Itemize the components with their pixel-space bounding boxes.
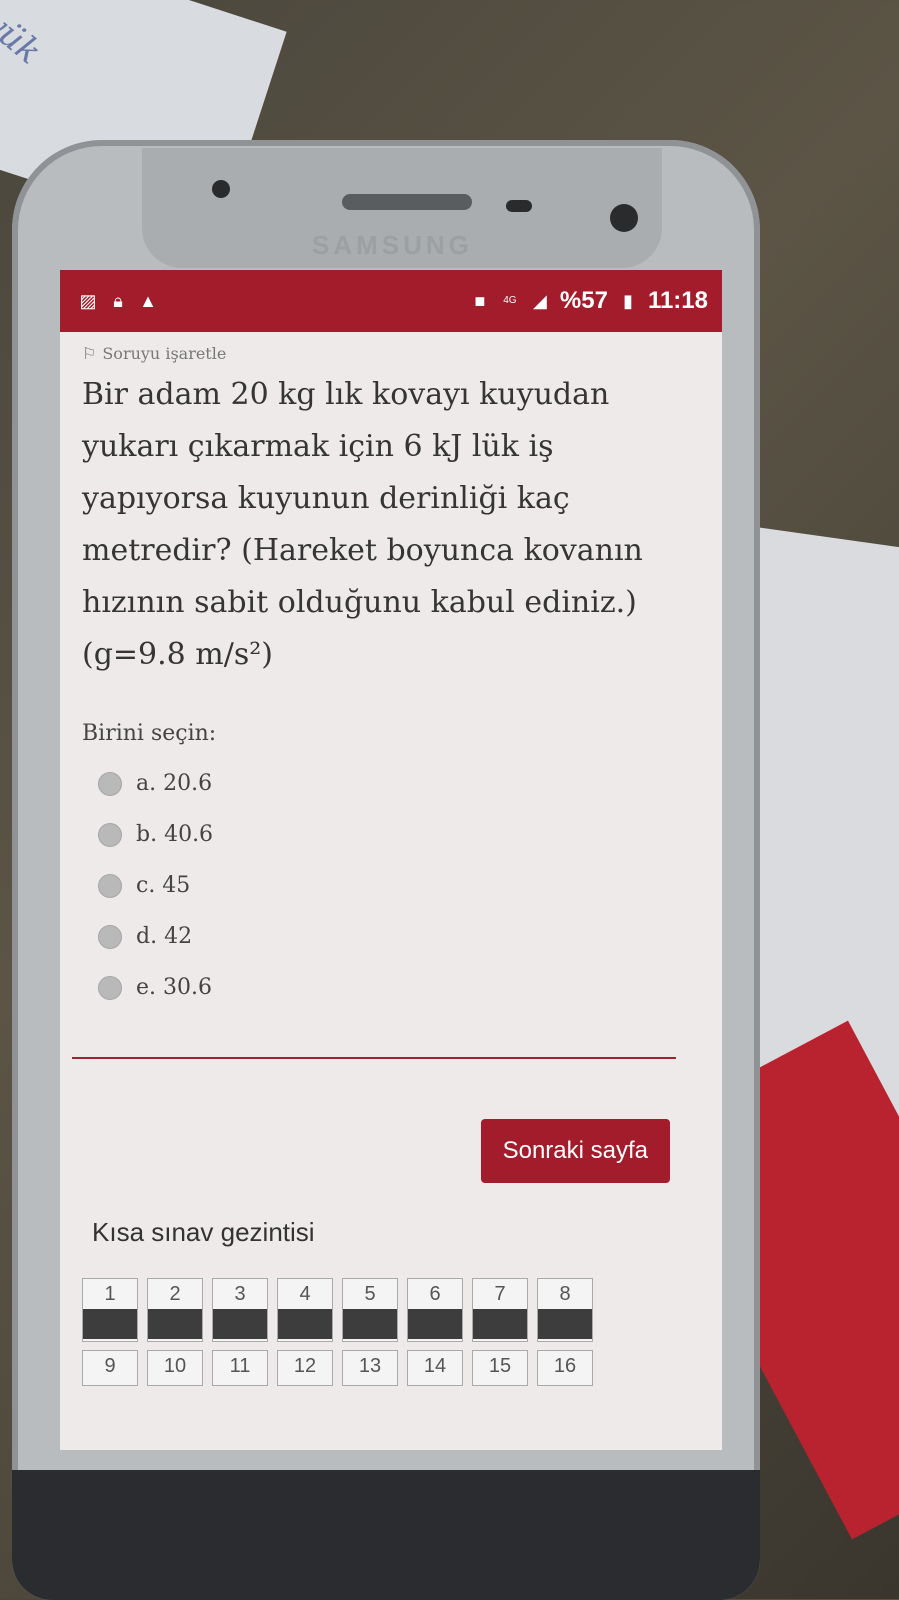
option-label: c. 45 <box>136 873 191 898</box>
battery-percent: %57 <box>559 287 608 314</box>
lock-icon: 🔒︎ <box>113 291 123 311</box>
quiz-page-button-3[interactable]: 3 <box>212 1278 268 1342</box>
quiz-page-button-12[interactable]: 12 <box>277 1350 333 1386</box>
page-number: 3 <box>234 1283 246 1305</box>
sim-icon: ■ <box>474 291 486 311</box>
phone-body: SAMSUNG ▨ 🔒︎ ▲ ■ 4G ◢ %57 ▮ 11:18 ⚐ Soru… <box>12 140 760 1600</box>
page-number: 15 <box>488 1355 512 1377</box>
page-number: 2 <box>169 1283 181 1305</box>
page-number: 7 <box>494 1283 506 1305</box>
page-number: 13 <box>358 1355 382 1377</box>
answered-indicator <box>408 1309 462 1339</box>
answer-option-e[interactable]: e. 30.6 <box>82 962 700 1013</box>
clock: 11:18 <box>647 287 708 314</box>
answered-indicator <box>213 1309 267 1339</box>
answer-option-d[interactable]: d. 42 <box>82 911 700 962</box>
section-divider <box>72 1057 676 1059</box>
quiz-page-button-8[interactable]: 8 <box>537 1278 593 1342</box>
answer-option-c[interactable]: c. 45 <box>82 860 700 911</box>
battery-icon: ▮ <box>622 291 633 311</box>
quiz-navigation-title: Kısa sınav gezintisi <box>92 1217 315 1247</box>
camera-icon <box>212 180 230 198</box>
quiz-page-button-6[interactable]: 6 <box>407 1278 463 1342</box>
quiz-page-button-11[interactable]: 11 <box>212 1350 268 1386</box>
flag-question-link[interactable]: ⚐ Soruyu işaretle <box>82 344 700 363</box>
radio-button[interactable] <box>98 822 122 847</box>
answered-indicator <box>343 1309 397 1339</box>
quiz-content: ⚐ Soruyu işaretle Bir adam 20 kg lık kov… <box>60 332 722 1386</box>
question-text: Bir adam 20 kg lık kovayı kuyudan yukarı… <box>82 377 643 672</box>
answered-indicator <box>83 1309 137 1339</box>
sensor-icon <box>506 200 532 212</box>
page-number: 6 <box>429 1283 441 1305</box>
page-number: 14 <box>423 1355 447 1377</box>
radio-button[interactable] <box>98 873 122 898</box>
page-number: 12 <box>293 1355 317 1377</box>
quiz-page-button-7[interactable]: 7 <box>472 1278 528 1342</box>
network-4g-icon: 4G <box>503 295 517 306</box>
phone-bottom-bezel <box>12 1470 760 1600</box>
answered-indicator <box>148 1309 202 1339</box>
page-number: 9 <box>104 1355 116 1377</box>
option-label: d. 42 <box>136 924 193 949</box>
status-left-icons: ▨ 🔒︎ ▲ <box>78 291 158 311</box>
option-label: e. 30.6 <box>136 975 212 1000</box>
answered-indicator <box>538 1309 592 1339</box>
flag-icon: ⚐ <box>82 344 97 363</box>
signal-icon: ◢ <box>532 291 547 311</box>
next-page-button[interactable]: Sonraki sayfa <box>480 1119 670 1183</box>
page-number: 10 <box>163 1355 187 1377</box>
next-page-row: Sonraki sayfa <box>82 1119 700 1183</box>
quiz-page-button-15[interactable]: 15 <box>472 1350 528 1386</box>
radio-button[interactable] <box>98 771 122 796</box>
answered-indicator <box>278 1309 332 1339</box>
option-label: b. 40.6 <box>136 822 214 847</box>
quiz-page-button-16[interactable]: 16 <box>537 1350 593 1386</box>
answer-option-b[interactable]: b. 40.6 <box>82 809 700 860</box>
radio-button[interactable] <box>98 924 122 949</box>
status-bar: ▨ 🔒︎ ▲ ■ 4G ◢ %57 ▮ 11:18 <box>60 270 722 332</box>
quiz-page-button-14[interactable]: 14 <box>407 1350 463 1386</box>
brand-logo: SAMSUNG <box>312 230 473 260</box>
page-number: 4 <box>299 1283 311 1305</box>
paper-handwriting: yük <box>0 2 49 73</box>
quiz-page-button-9[interactable]: 9 <box>82 1350 138 1386</box>
status-right-icons: ■ 4G ◢ %57 ▮ 11:18 <box>470 287 708 315</box>
front-camera-icon <box>610 204 638 232</box>
radio-button[interactable] <box>98 975 122 1000</box>
image-icon: ▨ <box>79 291 97 311</box>
flag-label: Soruyu işaretle <box>102 344 227 363</box>
quiz-page-button-4[interactable]: 4 <box>277 1278 333 1342</box>
warning-icon: ▲ <box>139 291 157 311</box>
answer-option-a[interactable]: a. 20.6 <box>82 758 700 809</box>
quiz-page-button-5[interactable]: 5 <box>342 1278 398 1342</box>
quiz-page-button-10[interactable]: 10 <box>147 1350 203 1386</box>
answered-indicator <box>473 1309 527 1339</box>
page-number: 11 <box>229 1355 251 1377</box>
page-number: 16 <box>553 1355 577 1377</box>
answer-prompt: Birini seçin: <box>82 721 217 746</box>
option-label: a. 20.6 <box>136 771 213 796</box>
earpiece-speaker <box>342 194 472 210</box>
quiz-page-button-1[interactable]: 1 <box>82 1278 138 1342</box>
quiz-navigation-grid: 1 2 3 4 5 6 7 8 9 10 11 12 13 14 15 16 <box>82 1278 700 1386</box>
quiz-page-button-2[interactable]: 2 <box>147 1278 203 1342</box>
page-number: 5 <box>364 1283 376 1305</box>
page-number: 8 <box>559 1283 571 1305</box>
phone-screen: ▨ 🔒︎ ▲ ■ 4G ◢ %57 ▮ 11:18 ⚐ Soruyu işare… <box>60 270 722 1450</box>
quiz-page-button-13[interactable]: 13 <box>342 1350 398 1386</box>
page-number: 1 <box>104 1283 116 1305</box>
